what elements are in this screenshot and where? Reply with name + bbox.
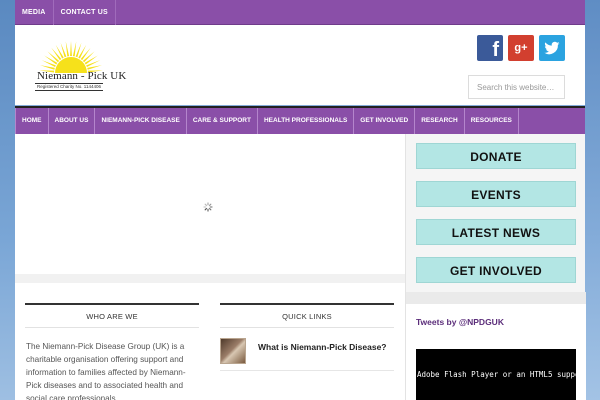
main-nav: HOME ABOUT US NIEMANN-PICK DISEASE CARE … <box>15 106 585 134</box>
quick-links-widget: QUICK LINKS What is Niemann-Pick Disease… <box>220 303 394 371</box>
tweets-heading-link[interactable]: Tweets by @NPDGUK <box>416 317 504 327</box>
nav-item-home[interactable]: HOME <box>15 108 49 134</box>
twitter-widget: Tweets by @NPDGUK Adobe Flash Player or … <box>406 304 586 400</box>
top-nav-media[interactable]: MEDIA <box>15 0 54 25</box>
top-nav-contact-us[interactable]: CONTACT US <box>54 0 116 25</box>
quick-link-title[interactable]: What is Niemann-Pick Disease? <box>258 342 387 352</box>
nav-item-research[interactable]: RESEARCH <box>415 108 465 134</box>
nav-item-about-us[interactable]: ABOUT US <box>49 108 96 134</box>
sidebar: DONATE EVENTS LATEST NEWS GET INVOLVED T… <box>405 134 586 400</box>
logo-rule <box>35 90 103 91</box>
page-backdrop-left <box>0 0 15 400</box>
nav-item-resources[interactable]: RESOURCES <box>465 108 519 134</box>
sidebar-divider <box>406 292 586 304</box>
search-input[interactable] <box>468 75 565 99</box>
site-header: Niemann - Pick UK Registered Charity No.… <box>15 25 585 105</box>
events-button[interactable]: EVENTS <box>416 181 576 207</box>
twitter-bird-icon <box>544 41 560 55</box>
logo-name: Niemann - Pick UK <box>37 70 127 82</box>
sun-ray <box>47 51 60 63</box>
sun-ray <box>65 41 70 57</box>
sun-ray <box>70 41 72 57</box>
sun-ray <box>72 41 77 57</box>
sun-ray <box>78 44 87 59</box>
photo-thumbnail[interactable] <box>220 338 246 364</box>
google-plus-glyph: g+ <box>514 42 528 54</box>
who-are-we-widget: WHO ARE WE The Niemann-Pick Disease Grou… <box>25 303 199 400</box>
sun-ray <box>84 55 98 65</box>
flash-embed[interactable]: Adobe Flash Player or an HTML5 supported <box>416 349 576 400</box>
latest-news-button[interactable]: LATEST NEWS <box>416 219 576 245</box>
loading-spinner-icon <box>203 202 213 212</box>
flash-message: Adobe Flash Player or an HTML5 supported <box>417 370 576 379</box>
nav-item-health-professionals[interactable]: HEALTH PROFESSIONALS <box>258 108 355 134</box>
sun-ray <box>82 51 95 63</box>
nav-item-care-support[interactable]: CARE & SUPPORT <box>187 108 258 134</box>
google-plus-icon[interactable]: g+ <box>508 35 534 61</box>
facebook-icon[interactable]: f <box>477 35 503 61</box>
quick-link-item[interactable]: What is Niemann-Pick Disease? <box>220 328 394 371</box>
content-divider <box>15 274 405 283</box>
main-content: WHO ARE WE The Niemann-Pick Disease Grou… <box>15 134 405 400</box>
twitter-icon[interactable] <box>539 35 565 61</box>
sun-ray <box>55 44 64 59</box>
facebook-glyph: f <box>492 39 499 61</box>
nav-item-niemann-pick-disease[interactable]: NIEMANN-PICK DISEASE <box>95 108 187 134</box>
sun-ray <box>44 55 58 65</box>
logo-registration: Registered Charity No. 1144406 <box>37 84 101 89</box>
nav-item-get-involved[interactable]: GET INVOLVED <box>354 108 416 134</box>
sun-ray <box>51 47 62 61</box>
top-nav: MEDIA CONTACT US <box>15 0 585 25</box>
donate-button[interactable]: DONATE <box>416 143 576 169</box>
page-backdrop-right <box>585 0 600 400</box>
who-are-we-text: The Niemann-Pick Disease Group (UK) is a… <box>26 342 186 400</box>
widget-heading: WHO ARE WE <box>25 303 199 328</box>
sun-ray <box>80 47 91 61</box>
widget-heading: QUICK LINKS <box>220 303 394 328</box>
get-involved-button[interactable]: GET INVOLVED <box>416 257 576 283</box>
